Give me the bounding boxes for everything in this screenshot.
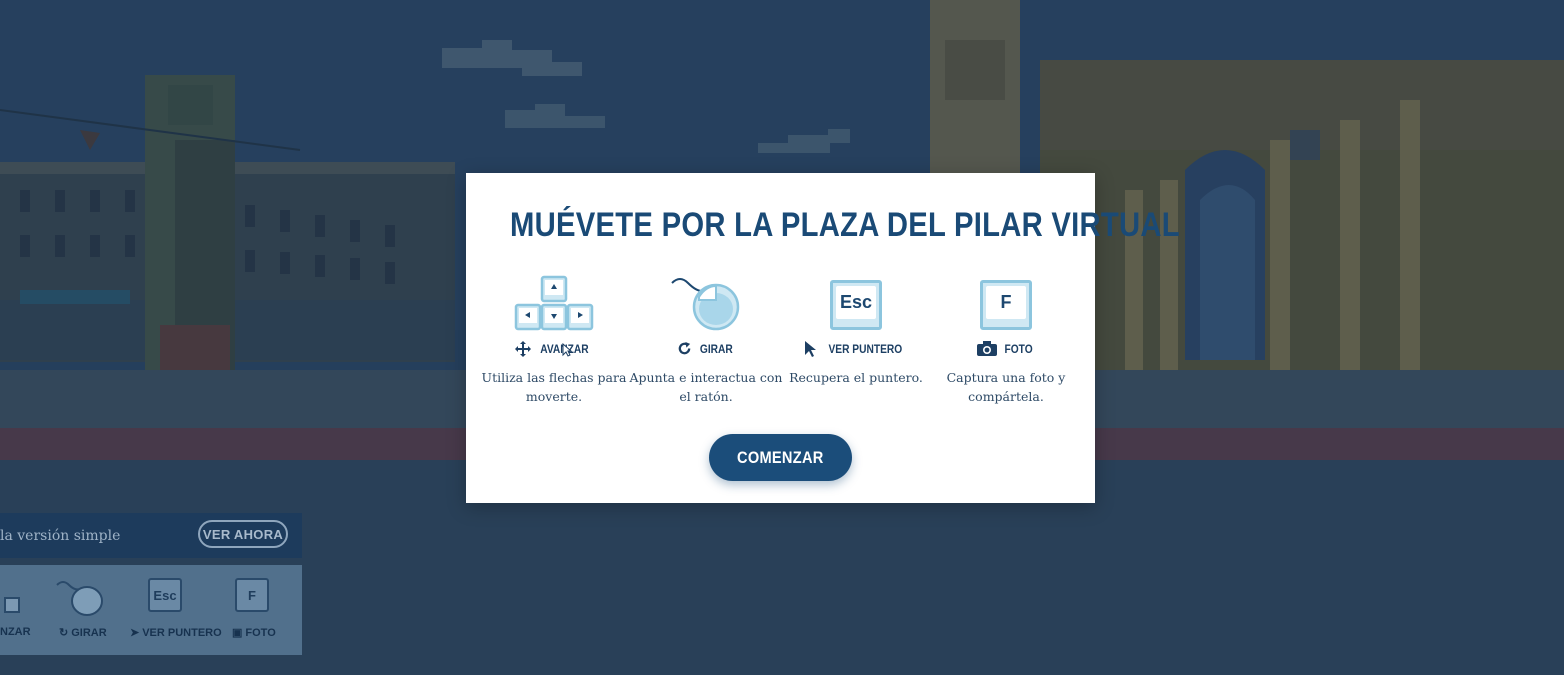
mini-advance-label: NZAR	[0, 626, 31, 638]
mini-controls-panel: NZAR ↻ GIRAR Esc ➤ VER PUNTERO F ▣ FOTO	[0, 565, 302, 655]
photo-label: FOTO	[936, 341, 1076, 356]
pointer-icon	[804, 341, 816, 357]
simple-version-text: la versión simple	[0, 528, 121, 544]
mini-photo-label: ▣ FOTO	[232, 626, 276, 640]
control-rotate: GIRAR Apunta e interactua con el ratón.	[630, 275, 782, 415]
simple-version-bar: la versión simple VER AHORA	[0, 513, 302, 558]
mouse-cursor-icon	[562, 343, 572, 357]
mini-mouse-icon	[56, 581, 103, 616]
camera-icon	[976, 341, 997, 356]
move-icon	[515, 341, 532, 357]
view-now-button[interactable]: VER AHORA	[198, 520, 288, 548]
mini-f-key-icon: F	[235, 578, 269, 612]
mini-control-advance: NZAR	[0, 565, 31, 655]
mouse-icon	[671, 278, 740, 331]
control-advance: AVANZAR Utiliza las flechas para moverte…	[482, 275, 626, 415]
mini-control-pointer: Esc ➤ VER PUNTERO	[130, 565, 222, 655]
mini-control-rotate: ↻ GIRAR	[55, 565, 115, 655]
advance-description: Utiliza las flechas para moverte.	[481, 370, 627, 404]
advance-label: AVANZAR	[484, 341, 624, 357]
control-pointer: Esc VER PUNTERO Recupera el puntero.	[786, 275, 926, 415]
mini-rotate-label: ↻ GIRAR	[59, 626, 107, 640]
rotate-icon	[678, 341, 690, 355]
mini-pointer-icon: ➤	[130, 627, 140, 639]
mini-rotate-icon: ↻	[59, 627, 69, 639]
mini-esc-key-icon: Esc	[148, 578, 182, 612]
pointer-description: Recupera el puntero.	[789, 370, 923, 385]
esc-key-icon: Esc	[830, 280, 882, 330]
rotate-label: GIRAR	[636, 341, 776, 356]
rotate-description: Apunta e interactua con el ratón.	[629, 370, 783, 404]
modal-title: MUÉVETE POR LA PLAZA DEL PILAR VIRTUAL	[510, 206, 1180, 244]
photo-description: Captura una foto y compártela.	[946, 370, 1066, 404]
arrow-keys-icon	[514, 275, 594, 331]
mini-pointer-label: ➤ VER PUNTERO	[130, 626, 222, 640]
start-button[interactable]: COMENZAR	[709, 434, 852, 481]
f-key-icon: F	[980, 280, 1032, 330]
controls-modal: MUÉVETE POR LA PLAZA DEL PILAR VIRTUAL U…	[466, 173, 1180, 503]
control-photo: F FOTO Captura una foto y compártela.	[936, 275, 1076, 415]
mini-arrow-key-icon	[4, 597, 20, 613]
pointer-label: VER PUNTERO	[786, 341, 926, 357]
mini-control-photo: F ▣ FOTO	[232, 565, 282, 655]
mini-camera-icon: ▣	[232, 627, 243, 639]
